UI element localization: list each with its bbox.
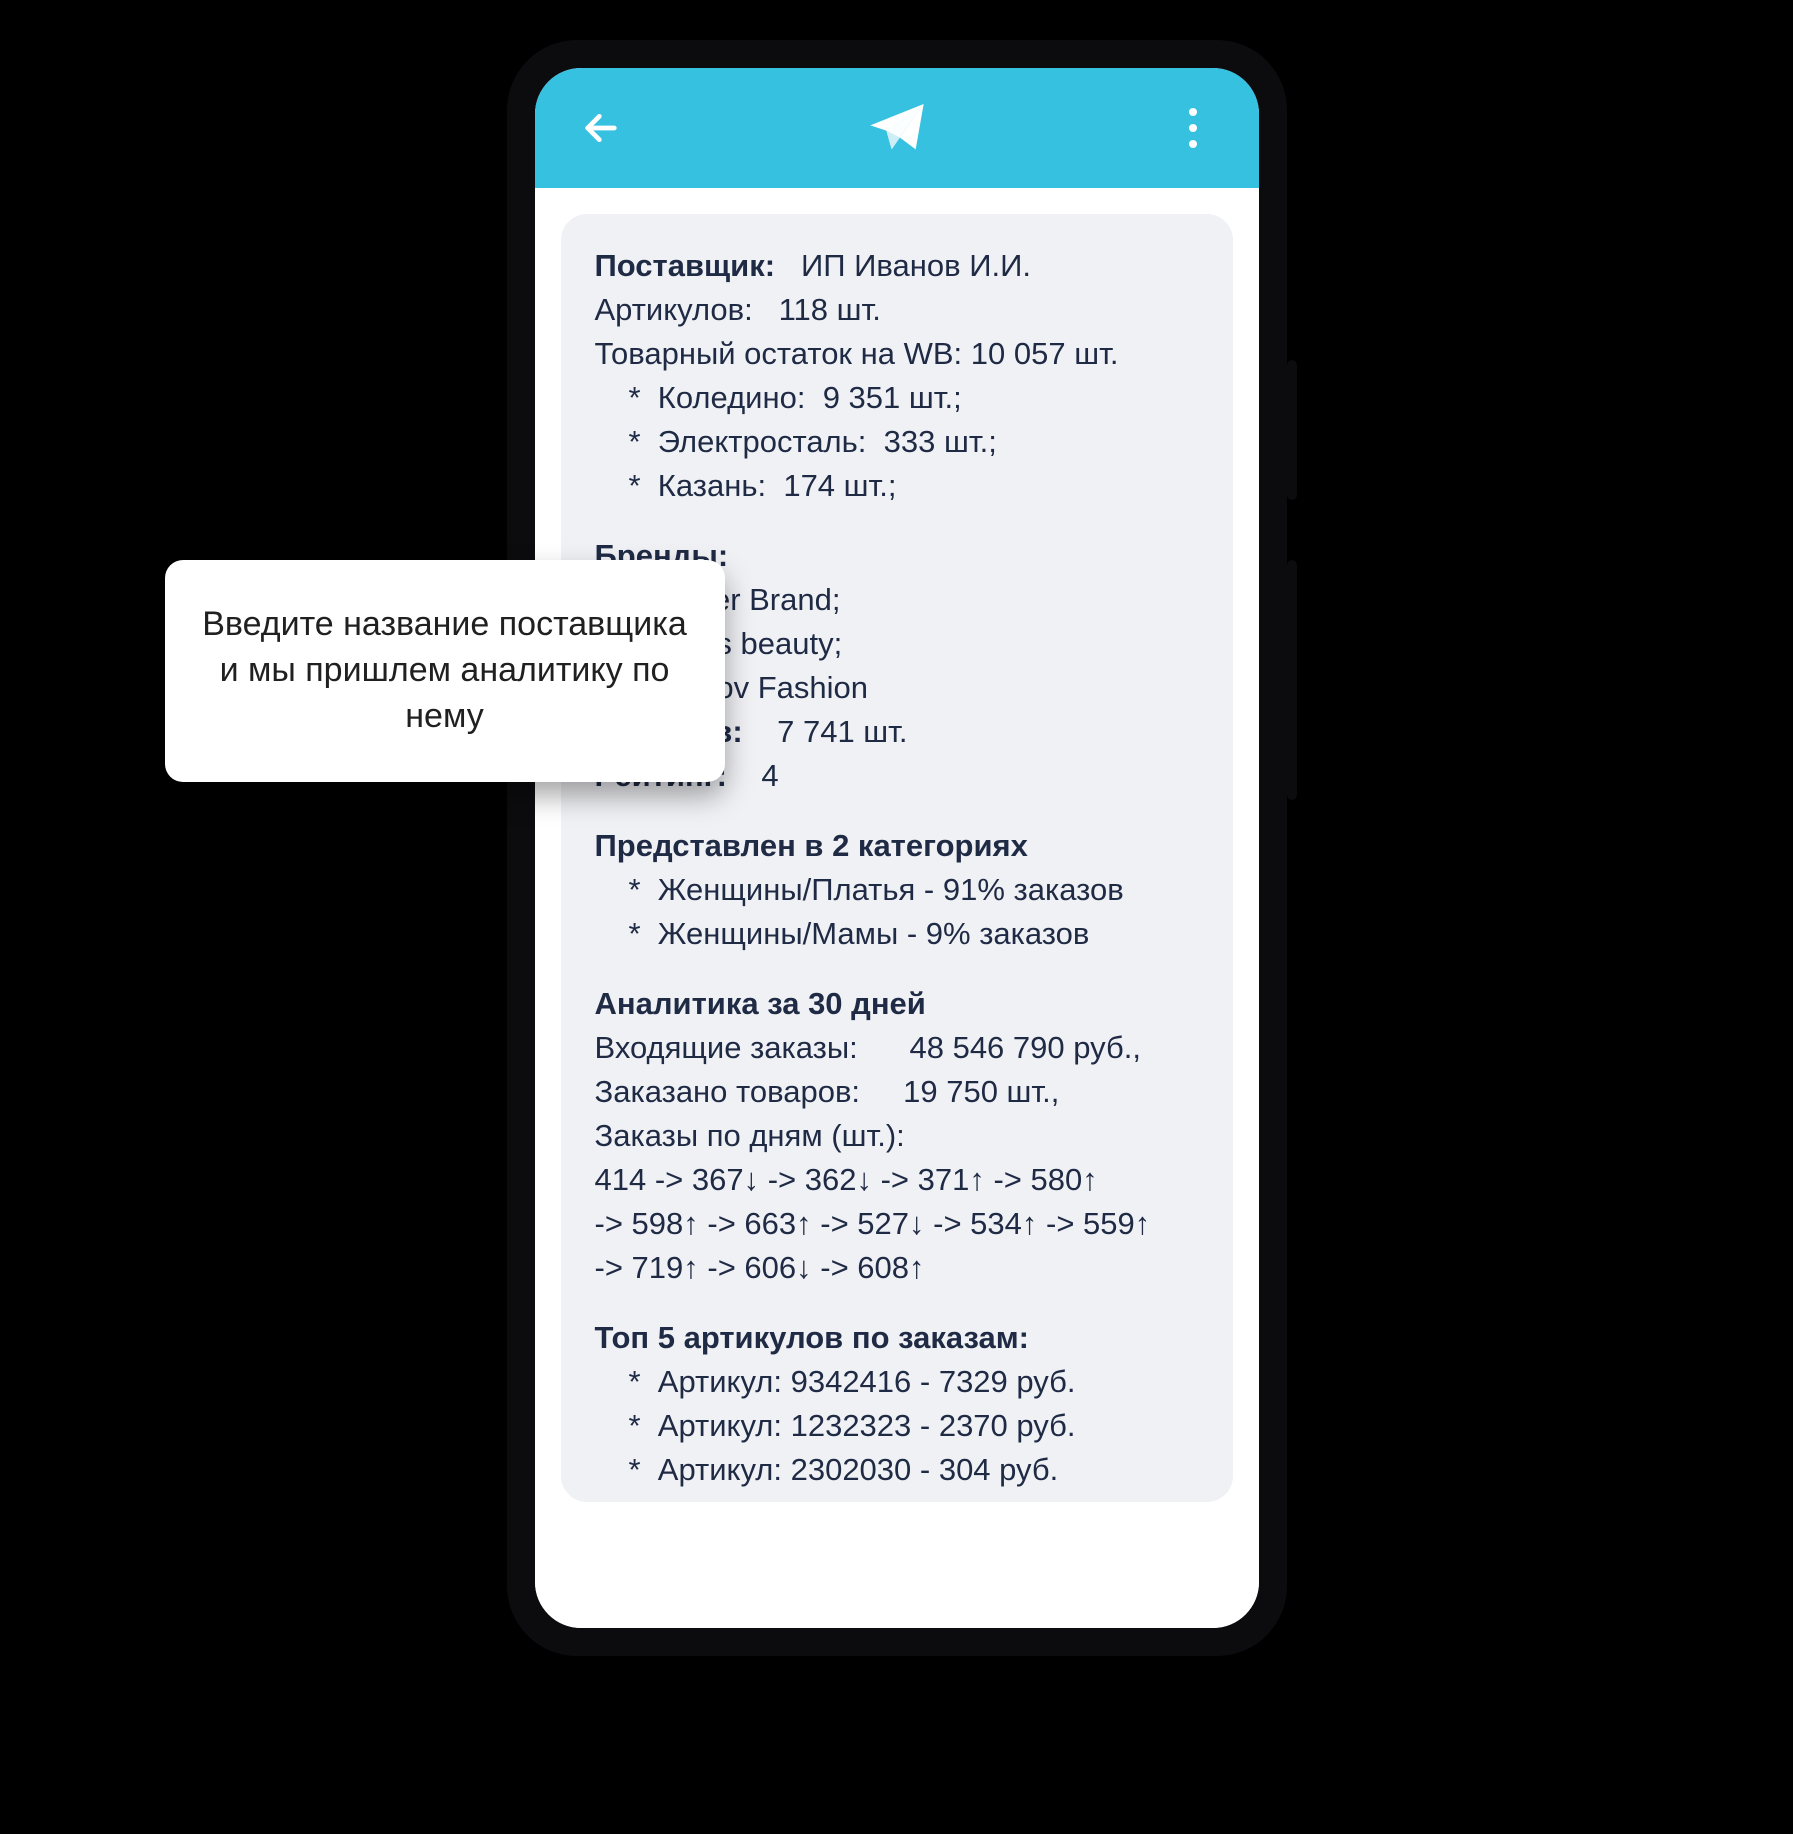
- supplier-row: Поставщик: ИП Иванов И.И.: [595, 244, 1199, 288]
- supplier-name: ИП Иванов И.И.: [801, 248, 1031, 283]
- stock-row: Товарный остаток на WB: 10 057 шт.: [595, 332, 1199, 376]
- articles-row: Артикулов: 118 шт.: [595, 288, 1199, 332]
- warehouse-item: * Электросталь: 333 шт.;: [595, 420, 1199, 464]
- daily-line: -> 719↑ -> 606↓ -> 608↑: [595, 1246, 1199, 1290]
- category-item: * Женщины/Мамы - 9% заказов: [595, 912, 1199, 956]
- analytics-section: Аналитика за 30 дней Входящие заказы: 48…: [595, 982, 1199, 1290]
- rating-value: 4: [761, 758, 778, 793]
- categories-section: Представлен в 2 категориях * Женщины/Пла…: [595, 824, 1199, 956]
- ordered-row: Заказано товаров: 19 750 шт.,: [595, 1070, 1199, 1114]
- arrow-left-icon: [581, 108, 621, 148]
- telegram-logo: [631, 96, 1163, 160]
- tooltip-callout: Введите название поставщика и мы пришлем…: [165, 560, 725, 782]
- warehouse-item: * Коледино: 9 351 шт.;: [595, 376, 1199, 420]
- top-item: * Артикул: 2302030 - 304 руб.: [595, 1448, 1199, 1492]
- tooltip-text: Введите название поставщика и мы пришлем…: [202, 605, 686, 735]
- back-button[interactable]: [571, 108, 631, 148]
- top-section: Топ 5 артикулов по заказам: * Артикул: 9…: [595, 1316, 1199, 1492]
- categories-heading: Представлен в 2 категориях: [595, 824, 1199, 868]
- phone-screen: Поставщик: ИП Иванов И.И. Артикулов: 118…: [535, 68, 1259, 1628]
- stock-label: Товарный остаток на WB:: [595, 336, 963, 371]
- top-item: * Артикул: 1232323 - 2370 руб.: [595, 1404, 1199, 1448]
- top-heading: Топ 5 артикулов по заказам:: [595, 1316, 1199, 1360]
- stock-value: 10 057 шт.: [971, 336, 1119, 371]
- ordered-value: 19 750 шт.,: [903, 1074, 1059, 1109]
- articles-label: Артикулов:: [595, 292, 753, 327]
- incoming-row: Входящие заказы: 48 546 790 руб.,: [595, 1026, 1199, 1070]
- daily-line: -> 598↑ -> 663↑ -> 527↓ -> 534↑ -> 559↑: [595, 1202, 1199, 1246]
- chat-area: Поставщик: ИП Иванов И.И. Артикулов: 118…: [535, 188, 1259, 1628]
- ordered-label: Заказано товаров:: [595, 1074, 861, 1109]
- daily-line: 414 -> 367↓ -> 362↓ -> 371↑ -> 580↑: [595, 1158, 1199, 1202]
- top-item: * Артикул: 9342416 - 7329 руб.: [595, 1360, 1199, 1404]
- daily-label: Заказы по дням (шт.):: [595, 1114, 1199, 1158]
- articles-value: 118 шт.: [779, 292, 881, 327]
- telegram-topbar: [535, 68, 1259, 188]
- incoming-value: 48 546 790 руб.,: [909, 1030, 1141, 1065]
- more-vertical-icon: [1189, 108, 1197, 148]
- menu-button[interactable]: [1163, 108, 1223, 148]
- warehouse-item: * Казань: 174 шт.;: [595, 464, 1199, 508]
- analytics-heading: Аналитика за 30 дней: [595, 982, 1199, 1026]
- paper-plane-icon: [865, 96, 929, 160]
- stage: Поставщик: ИП Иванов И.И. Артикулов: 118…: [147, 40, 1647, 1656]
- phone-frame: Поставщик: ИП Иванов И.И. Артикулов: 118…: [507, 40, 1287, 1656]
- incoming-label: Входящие заказы:: [595, 1030, 858, 1065]
- reviews-value: 7 741 шт.: [777, 714, 907, 749]
- category-item: * Женщины/Платья - 91% заказов: [595, 868, 1199, 912]
- message-bubble: Поставщик: ИП Иванов И.И. Артикулов: 118…: [561, 214, 1233, 1502]
- supplier-label: Поставщик:: [595, 248, 776, 283]
